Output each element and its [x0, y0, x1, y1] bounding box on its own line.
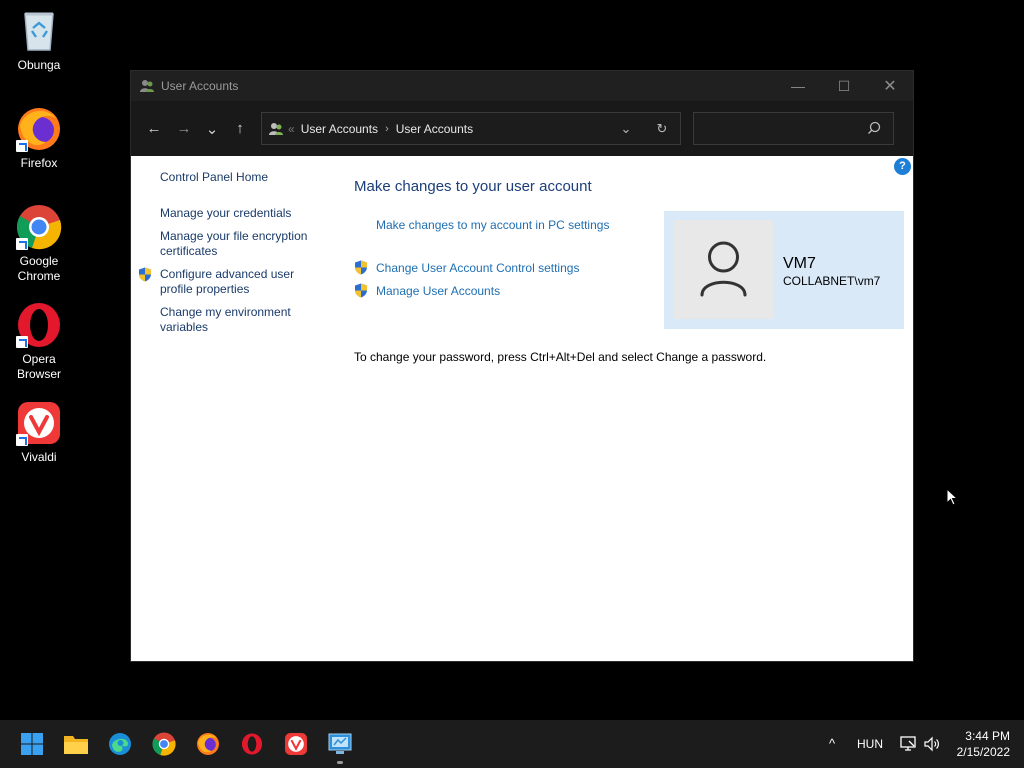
user-accounts-icon [140, 80, 154, 92]
desktop-icon-label: Obunga [17, 58, 61, 72]
file-explorer-icon [64, 736, 88, 754]
maximize-button[interactable]: ☐ [821, 71, 867, 101]
control-panel-home-link[interactable]: Control Panel Home [160, 170, 320, 185]
clock-time: 3:44 PM [965, 729, 1010, 743]
edge-icon [109, 733, 131, 755]
desktop-icon-vivaldi[interactable]: Vivaldi [4, 400, 74, 465]
avatar [674, 220, 773, 319]
taskbar-chrome[interactable] [144, 728, 184, 760]
user-avatar-icon [700, 241, 747, 297]
taskbar-firefox[interactable] [188, 728, 228, 760]
shortcut-arrow-icon [16, 434, 28, 446]
search-input[interactable] [693, 112, 894, 145]
configure-advanced-profile-link[interactable]: Configure advanced user profile properti… [160, 267, 305, 297]
opera-icon [16, 302, 62, 348]
navigation-bar: ← → ⌄ ↑ « User Accounts › User Accounts … [131, 101, 913, 156]
mouse-cursor-icon [946, 488, 958, 506]
desktop-icon-label: Vivaldi [21, 450, 57, 464]
recycle-bin-icon [16, 8, 62, 54]
breadcrumb-separator: › [385, 122, 389, 135]
clock-date: 2/15/2022 [956, 745, 1010, 759]
user-accounts-window: User Accounts — ☐ ✕ ← → ⌄ ↑ « User Accou… [130, 70, 914, 662]
start-icon [21, 733, 43, 755]
desktop-icon-label: Firefox [20, 156, 58, 170]
manage-credentials-link[interactable]: Manage your credentials [160, 206, 320, 221]
firefox-icon [16, 106, 62, 152]
breadcrumb-item-user-accounts[interactable]: User Accounts [301, 122, 378, 136]
pc-settings-link[interactable]: Make changes to my account in PC setting… [376, 218, 609, 232]
recent-locations-button[interactable]: ⌄ [199, 114, 225, 144]
desktop-icon-firefox[interactable]: Firefox [4, 106, 74, 171]
volume-icon[interactable] [923, 735, 941, 753]
start-button[interactable] [12, 728, 52, 760]
user-domain: COLLABNET\vm7 [783, 274, 881, 288]
search-icon [868, 121, 881, 134]
forward-button[interactable]: → [169, 114, 199, 144]
desktop-icon-label: Google Chrome [17, 254, 61, 283]
uac-shield-icon [139, 267, 151, 282]
uac-shield-icon [355, 283, 367, 298]
desktop-icon-obunga[interactable]: Obunga [4, 8, 74, 73]
change-uac-settings-link[interactable]: Change User Account Control settings [376, 261, 579, 275]
network-icon[interactable] [899, 735, 917, 753]
taskbar-control-panel[interactable] [320, 728, 360, 764]
shortcut-arrow-icon [16, 238, 28, 250]
window-title: User Accounts [161, 79, 239, 93]
taskbar-opera[interactable] [232, 728, 272, 760]
shortcut-arrow-icon [16, 140, 28, 152]
chrome-icon [16, 204, 62, 250]
manage-file-encryption-link[interactable]: Manage your file encryption certificates [160, 229, 315, 259]
taskbar-edge[interactable] [100, 728, 140, 760]
vivaldi-icon [16, 400, 62, 446]
change-environment-variables-link[interactable]: Change my environment variables [160, 305, 300, 335]
chrome-icon [152, 732, 176, 756]
refresh-button[interactable]: ↻ [644, 121, 680, 137]
address-dropdown-button[interactable]: ⌄ [608, 121, 644, 137]
back-button[interactable]: ← [139, 114, 169, 144]
up-button[interactable]: ↑ [225, 114, 255, 144]
address-bar[interactable]: « User Accounts › User Accounts ⌄ ↻ [261, 112, 681, 145]
desktop-icon-chrome[interactable]: Google Chrome [4, 204, 74, 284]
control-panel-icon [328, 733, 352, 754]
vivaldi-icon [285, 733, 307, 755]
language-indicator[interactable]: HUN [857, 737, 883, 751]
taskbar-file-explorer[interactable] [56, 728, 96, 760]
desktop-icon-opera[interactable]: Opera Browser [4, 302, 74, 382]
manage-user-accounts-link[interactable]: Manage User Accounts [376, 284, 500, 298]
help-icon[interactable]: ? [894, 158, 911, 175]
desktop-icon-label: Opera Browser [16, 352, 61, 381]
clock[interactable]: 3:44 PM 2/15/2022 [957, 728, 1010, 760]
minimize-button[interactable]: — [775, 71, 821, 101]
breadcrumb-item-user-accounts-current[interactable]: User Accounts [396, 122, 473, 136]
user-accounts-icon [269, 122, 283, 135]
uac-shield-icon [355, 260, 367, 275]
show-hidden-icons-button[interactable]: ^ [829, 736, 835, 751]
taskbar-vivaldi[interactable] [276, 728, 316, 760]
content-area: ? Control Panel Home Manage your credent… [131, 156, 913, 661]
shortcut-arrow-icon [16, 336, 28, 348]
close-button[interactable]: ✕ [867, 71, 913, 101]
opera-icon [241, 733, 263, 755]
title-bar[interactable]: User Accounts — ☐ ✕ [131, 71, 913, 101]
user-name: VM7 [783, 255, 816, 272]
firefox-icon [197, 733, 219, 755]
page-title: Make changes to your user account [354, 178, 592, 195]
password-note: To change your password, press Ctrl+Alt+… [354, 350, 767, 364]
taskbar: ^ HUN 3:44 PM 2/15/2022 [0, 720, 1024, 768]
user-account-card: VM7 COLLABNET\vm7 [664, 211, 904, 329]
breadcrumb-overflow[interactable]: « [288, 122, 295, 136]
